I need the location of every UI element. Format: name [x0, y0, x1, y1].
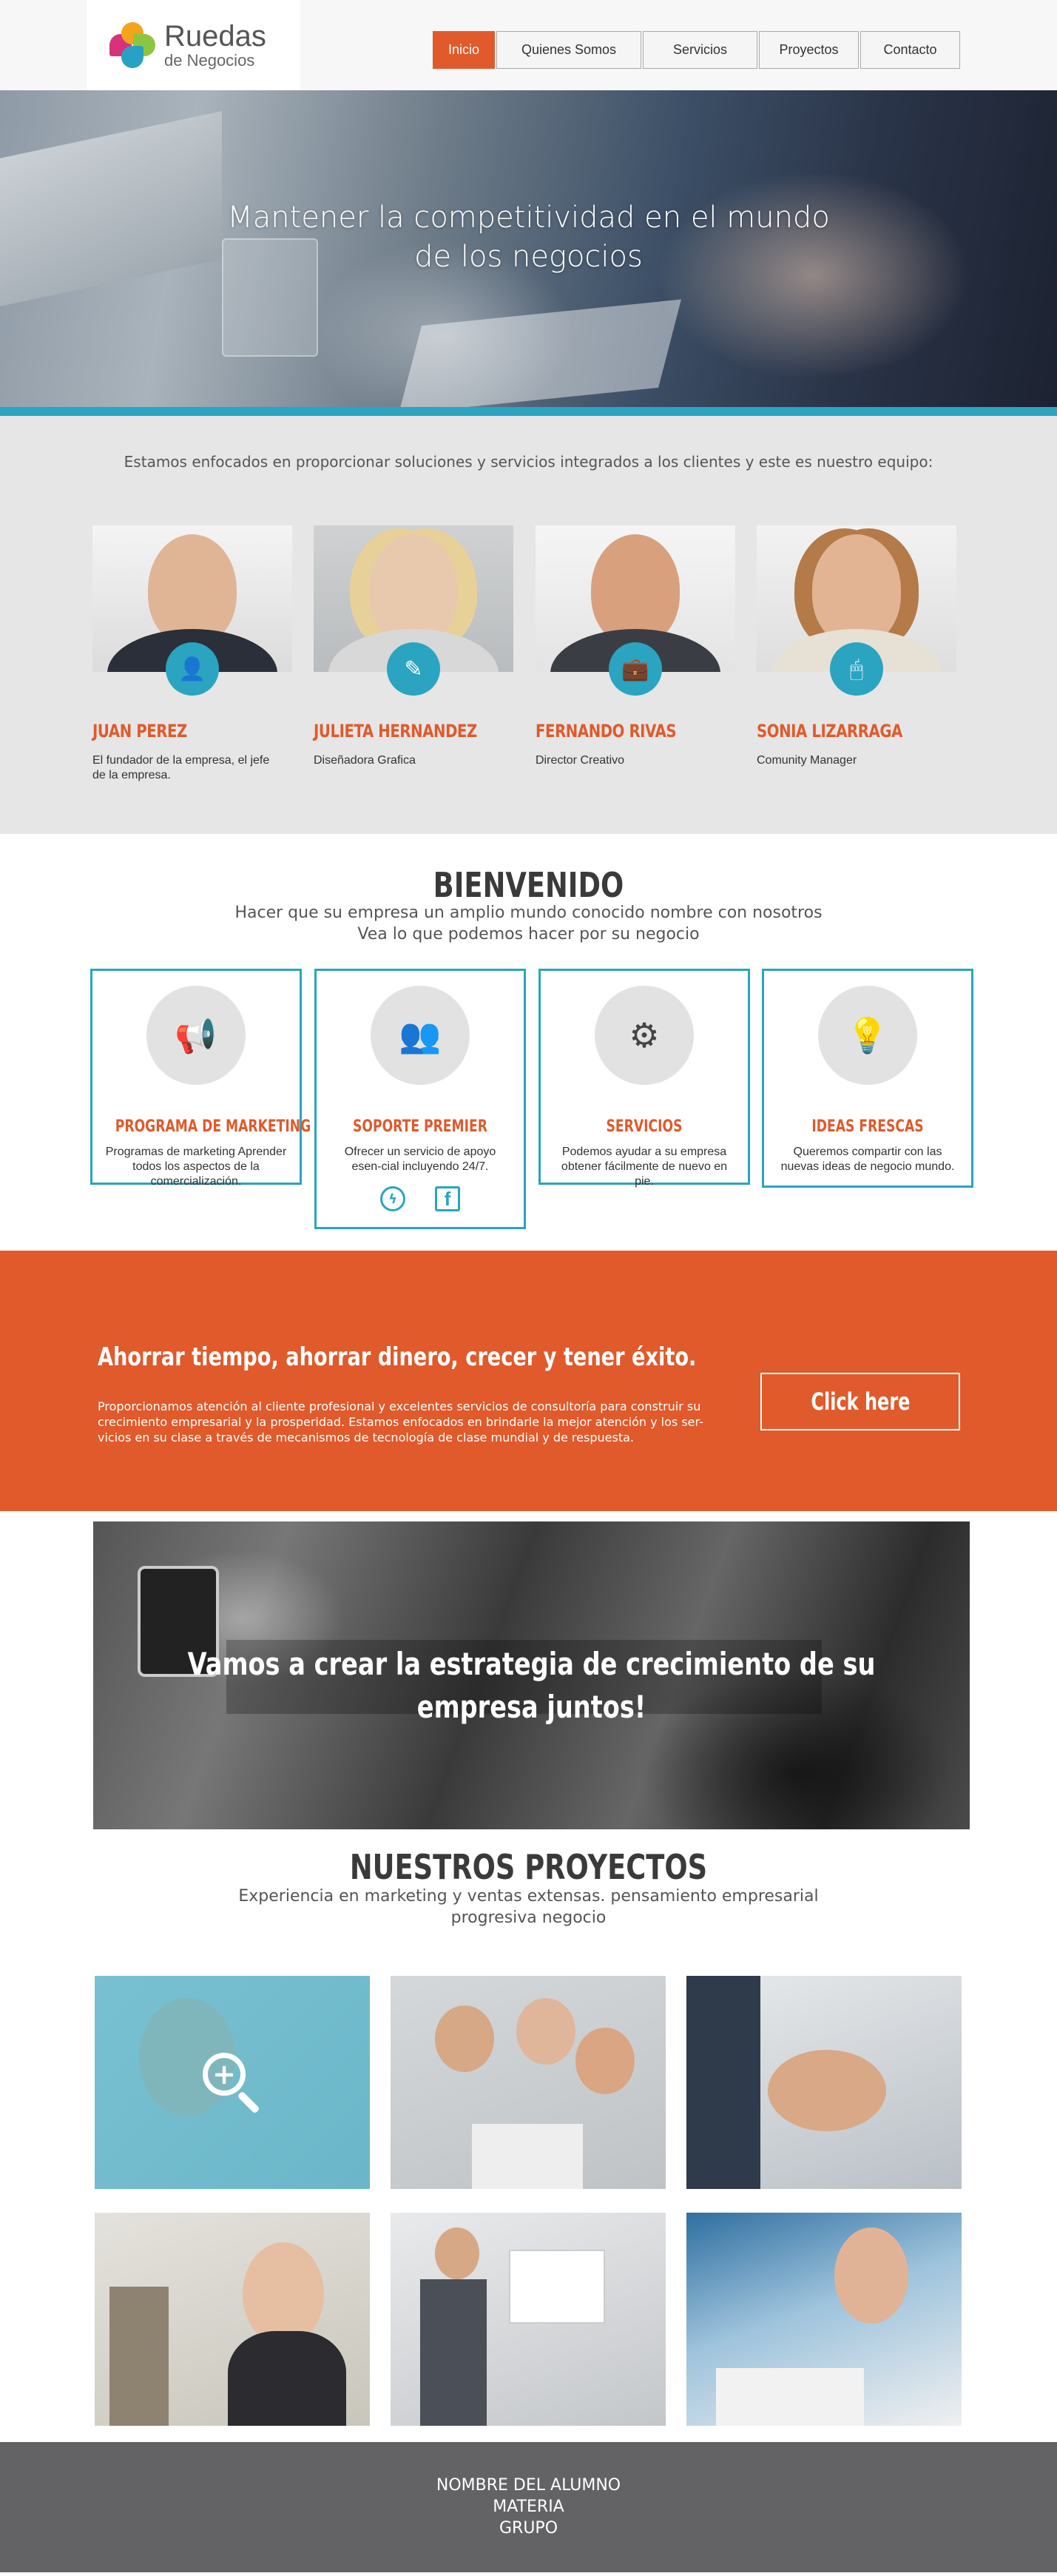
service-title: IDEAS FRESCAS [811, 1117, 924, 1136]
cta-section: Ahorrar tiempo, ahorrar dinero, crecer y… [0, 1251, 1057, 1511]
project-hover-overlay[interactable]: + [95, 1976, 370, 2189]
member-role: El fundador de la empresa, el jefe de la… [92, 754, 270, 781]
footer-subject: MATERIA [493, 2498, 564, 2516]
main-nav: Inicio Quienes Somos Servicios Proyectos… [433, 31, 960, 69]
group-icon: 👥 [371, 986, 470, 1085]
logo[interactable]: Ruedas de Negocios [87, 0, 300, 90]
click-here-button[interactable]: Click here [760, 1373, 960, 1430]
service-card[interactable]: 💡 IDEAS FRESCAS Queremos compartir con l… [762, 969, 973, 1188]
nav-quienes-somos[interactable]: Quienes Somos [496, 31, 641, 69]
hero-tablet-image [399, 299, 681, 407]
member-name: JUAN PEREZ [92, 721, 187, 741]
footer-group: GRUPO [499, 2519, 558, 2538]
site-footer: NOMBRE DEL ALUMNO MATERIA GRUPO [0, 2442, 1057, 2572]
project-thumbnail[interactable] [391, 1976, 666, 2189]
service-card[interactable]: 👥 SOPORTE PREMIER Ofrecer un servicio de… [314, 969, 526, 1229]
service-desc: Podemos ayudar a su empresa obtener fáci… [561, 1146, 728, 1188]
footer-student-name: NOMBRE DEL ALUMNO [436, 2476, 621, 2495]
logo-wheel-icon [108, 21, 157, 70]
mouse-icon: 🖱 [830, 642, 883, 696]
megaphone-icon: 📢 [146, 986, 246, 1085]
hero-title: Mantener la competitividad en el mundo d… [227, 201, 830, 274]
member-name: FERNANDO RIVAS [536, 721, 677, 741]
service-card[interactable]: 📢 PROGRAMA DE MARKETING Programas de mar… [90, 969, 311, 1188]
team-member: 🖱 SONIA LIZARRAGA Comunity Manager [757, 525, 956, 768]
welcome-title: BIENVENIDO [433, 865, 624, 905]
projects-subtitle: Experiencia en marketing y ventas extens… [238, 1887, 819, 1927]
service-title: SERVICIOS [606, 1117, 683, 1136]
project-thumbnail[interactable] [391, 2213, 666, 2426]
pen-icon: ✎ [387, 642, 440, 696]
service-desc: Ofrecer un servicio de apoyo esen-cial i… [344, 1146, 496, 1173]
project-thumbnail[interactable] [686, 2213, 962, 2426]
gears-icon: ⚙ [595, 986, 694, 1085]
person-icon: 👤 [166, 642, 219, 696]
service-desc: Queremos compartir con las nuevas ideas … [780, 1146, 955, 1173]
member-role: Comunity Manager [757, 754, 857, 767]
logo-title: Ruedas [164, 20, 266, 53]
service-title: PROGRAMA DE MARKETING [115, 1117, 311, 1136]
nav-proyectos[interactable]: Proyectos [759, 31, 859, 69]
nav-inicio[interactable]: Inicio [433, 31, 495, 69]
team-section: Estamos enfocados en proporcionar soluci… [0, 416, 1057, 834]
facebook-icon[interactable]: f [435, 1186, 460, 1211]
team-member: ✎ JULIETA HERNANDEZ Diseñadora Grafica [314, 525, 513, 768]
welcome-section: BIENVENIDO Hacer que su empresa un ampli… [0, 834, 1057, 1251]
zoom-in-icon[interactable]: + [203, 2053, 262, 2114]
logo-subtitle: de Negocios [164, 51, 255, 70]
nav-servicios[interactable]: Servicios [643, 31, 757, 69]
service-title: SOPORTE PREMIER [353, 1117, 487, 1136]
member-name: SONIA LIZARRAGA [757, 721, 902, 741]
site-header: Ruedas de Negocios Inicio Quienes Somos … [0, 0, 1057, 90]
member-role: Diseñadora Grafica [314, 754, 416, 767]
briefcase-icon: 💼 [609, 642, 662, 696]
hero-banner: Mantener la competitividad en el mundo d… [0, 90, 1057, 407]
team-intro: Estamos enfocados en proporcionar soluci… [124, 453, 933, 471]
projects-title: NUESTROS PROYECTOS [349, 1847, 708, 1887]
project-thumbnail[interactable]: + [95, 1976, 370, 2189]
member-role: Director Creativo [536, 754, 625, 767]
strategy-banner: Vamos a crear la estrategia de crecimien… [93, 1521, 970, 1829]
cta-text: Proporcionamos atención al cliente profe… [98, 1399, 703, 1445]
team-member: 👤 JUAN PEREZ El fundador de la empresa, … [92, 525, 292, 783]
member-name: JULIETA HERNANDEZ [314, 721, 477, 741]
lightbulb-icon: 💡 [818, 986, 917, 1085]
cta-title: Ahorrar tiempo, ahorrar dinero, crecer y… [98, 1342, 697, 1372]
strategy-title: Vamos a crear la estrategia de crecimien… [187, 1646, 876, 1725]
projects-section: NUESTROS PROYECTOS Experiencia en market… [0, 1829, 1057, 2442]
welcome-subtitle: Hacer que su empresa un amplio mundo con… [234, 904, 823, 944]
service-card[interactable]: ⚙ SERVICIOS Podemos ayudar a su empresa … [538, 969, 750, 1188]
social-links: ϟ f [317, 1186, 524, 1234]
service-desc: Programas de marketing Aprender todos lo… [105, 1146, 287, 1188]
nav-contacto[interactable]: Contacto [860, 31, 960, 69]
project-thumbnail[interactable] [95, 2213, 370, 2426]
team-member: 💼 FERNANDO RIVAS Director Creativo [536, 525, 735, 768]
messenger-icon[interactable]: ϟ [380, 1186, 405, 1211]
project-thumbnail[interactable] [686, 1976, 962, 2189]
hero-divider [0, 407, 1057, 416]
